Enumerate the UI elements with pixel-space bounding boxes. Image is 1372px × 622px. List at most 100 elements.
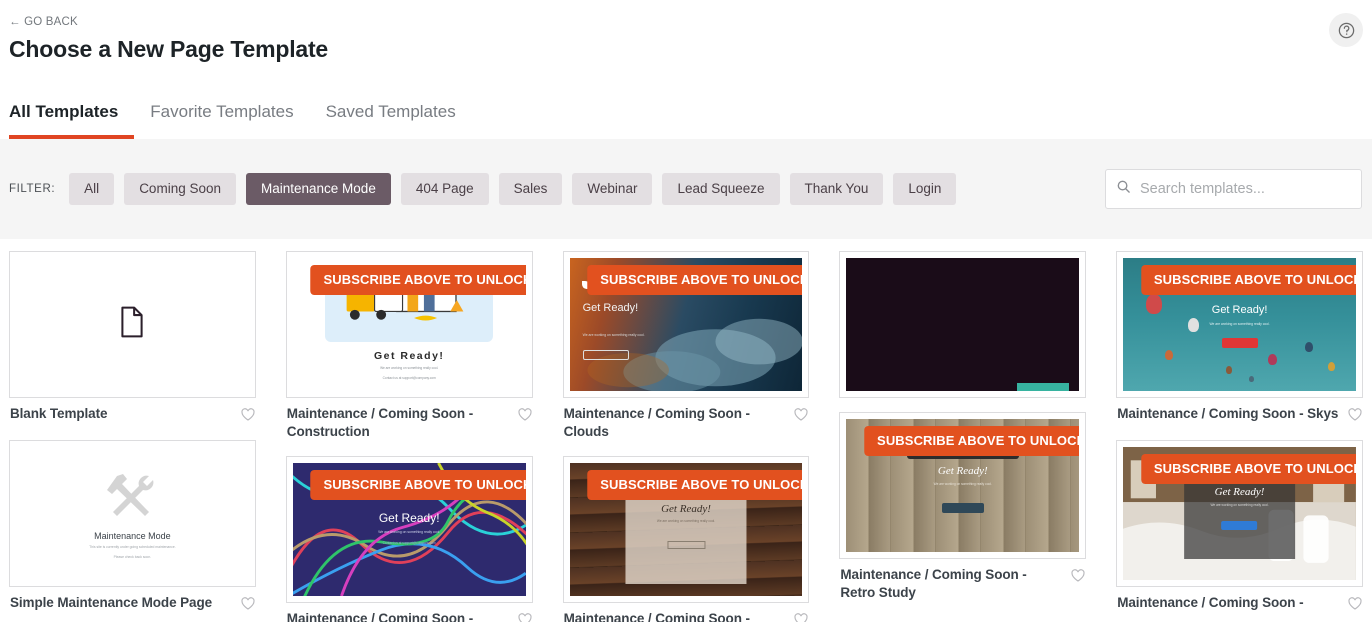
template-card[interactable]: SeedProd Get Ready! We are working on so… — [563, 456, 810, 622]
template-grid-area: Blank Template — [0, 239, 1372, 622]
search-input[interactable] — [1138, 180, 1351, 198]
template-thumbnail[interactable]: Get Ready! We are working on something r… — [286, 251, 533, 398]
template-thumbnail[interactable] — [839, 251, 1086, 398]
preview-button — [583, 350, 629, 360]
filter-pill-coming-soon[interactable]: Coming Soon — [124, 173, 236, 205]
template-title: Maintenance / Coming Soon - Threads — [287, 610, 510, 622]
template-card[interactable]: SeedProd Get Ready! We are working on so… — [1116, 440, 1363, 615]
simple-maintenance-art: Maintenance Mode This site is currently … — [16, 447, 249, 580]
preview-subline-1: We are working on something really cool. — [1210, 503, 1268, 507]
preview-headline: Get Ready! — [583, 302, 639, 316]
locked-badge[interactable]: SUBSCRIBE ABOVE TO UNLOCK — [587, 265, 802, 295]
tab-all-templates[interactable]: All Templates — [9, 102, 134, 139]
locked-badge[interactable]: SUBSCRIBE ABOVE TO UNLOCK — [310, 470, 525, 500]
template-card-footer: Simple Maintenance Mode Page — [9, 587, 256, 615]
tab-favorite-templates[interactable]: Favorite Templates — [134, 102, 309, 139]
tab-saved-templates[interactable]: Saved Templates — [310, 102, 472, 139]
favorite-heart-icon[interactable] — [1348, 408, 1362, 426]
preview-headline: Get Ready! — [938, 465, 988, 477]
filter-pill-maintenance-mode[interactable]: Maintenance Mode — [246, 173, 391, 205]
preview-button — [1222, 521, 1258, 530]
filter-bar: FILTER: All Coming Soon Maintenance Mode… — [0, 139, 1372, 239]
preview-button — [1222, 338, 1258, 348]
template-title: Blank Template — [10, 405, 107, 423]
favorite-heart-icon[interactable] — [241, 597, 255, 615]
help-button[interactable] — [1329, 13, 1363, 47]
template-card[interactable]: SeedProd Get Ready! We are working on so… — [839, 412, 1086, 603]
template-thumbnail[interactable]: Maintenance Mode This site is currently … — [9, 440, 256, 587]
preview-headline: Maintenance Mode — [94, 531, 171, 541]
filter-pill-webinar[interactable]: Webinar — [572, 173, 652, 205]
template-title: Maintenance / Coming Soon - Wood — [564, 610, 787, 622]
locked-badge[interactable]: SUBSCRIBE ABOVE TO UNLOCK — [1141, 265, 1356, 295]
filter-pill-login[interactable]: Login — [893, 173, 956, 205]
template-thumbnail[interactable] — [9, 251, 256, 398]
search-box[interactable] — [1105, 169, 1362, 209]
template-card-footer: Maintenance / Coming Soon - Construction — [286, 398, 533, 442]
preview-button — [667, 541, 705, 549]
preview-subline-2: Contact us at support@company.com — [383, 376, 436, 380]
page-title: Choose a New Page Template — [9, 36, 1372, 63]
preview-subline-2: Please check back soon. — [114, 555, 152, 561]
balloon-icon — [1268, 354, 1277, 365]
locked-badge[interactable]: SUBSCRIBE ABOVE TO UNLOCK — [864, 426, 1079, 456]
preview-headline: Get Ready! — [379, 511, 440, 525]
template-card[interactable] — [839, 251, 1086, 398]
template-thumbnail[interactable]: SeedProd Get Ready! We are working on so… — [563, 251, 810, 398]
preview-headline: Get Ready! — [374, 350, 444, 362]
template-card[interactable]: Blank Template — [9, 251, 256, 426]
template-title: Maintenance / Coming Soon - Clouds — [564, 405, 787, 442]
template-card[interactable]: Maintenance Mode This site is currently … — [9, 440, 256, 615]
preview-subline-1: We are working on something really cool. — [934, 482, 992, 486]
document-icon — [119, 306, 145, 343]
template-card-footer: Maintenance / Coming Soon - — [1116, 587, 1363, 615]
template-card-footer: Blank Template — [9, 398, 256, 426]
filter-pill-group: All Coming Soon Maintenance Mode 404 Pag… — [69, 173, 956, 205]
preview-headline: Get Ready! — [1215, 486, 1265, 498]
template-thumbnail[interactable]: Get Ready! We are working on something r… — [286, 456, 533, 603]
balloon-icon — [1328, 362, 1335, 371]
preview-subline-1: We are working on something really cool. — [657, 519, 715, 523]
template-card[interactable]: SeedProd Get Ready! We are working on so… — [1116, 251, 1363, 426]
template-title: Maintenance / Coming Soon - Skys — [1117, 405, 1338, 423]
preview-headline: Get Ready! — [1212, 304, 1268, 316]
filter-pill-lead-squeeze[interactable]: Lead Squeeze — [662, 173, 779, 205]
locked-badge[interactable]: SUBSCRIBE ABOVE TO UNLOCK — [310, 265, 525, 295]
preview-headline: Get Ready! — [661, 503, 711, 515]
balloon-icon — [1249, 376, 1254, 382]
preview-subline-2: Contact us at support@company.com — [383, 541, 436, 545]
template-title: Maintenance / Coming Soon - Construction — [287, 405, 510, 442]
template-card-footer: Maintenance / Coming Soon - Clouds — [563, 398, 810, 442]
template-card-footer: Maintenance / Coming Soon - Threads — [286, 603, 533, 622]
favorite-heart-icon[interactable] — [518, 613, 532, 622]
favorite-heart-icon[interactable] — [1071, 569, 1085, 587]
filter-pill-all[interactable]: All — [69, 173, 114, 205]
filter-pill-thank-you[interactable]: Thank You — [790, 173, 884, 205]
template-thumbnail[interactable]: SeedProd Get Ready! We are working on so… — [563, 456, 810, 603]
template-thumbnail[interactable]: SeedProd Get Ready! We are working on so… — [1116, 440, 1363, 587]
search-icon — [1116, 179, 1138, 199]
template-tabs: All Templates Favorite Templates Saved T… — [9, 102, 472, 139]
template-card[interactable]: SeedProd Get Ready! We are working on so… — [563, 251, 810, 442]
favorite-heart-icon[interactable] — [241, 408, 255, 426]
favorite-heart-icon[interactable] — [518, 408, 532, 426]
wrench-hammer-icon — [105, 472, 159, 525]
favorite-heart-icon[interactable] — [1348, 597, 1362, 615]
favorite-heart-icon[interactable] — [794, 613, 808, 622]
locked-badge[interactable]: SUBSCRIBE ABOVE TO UNLOCK — [587, 470, 802, 500]
preview-button — [942, 503, 984, 513]
template-thumbnail[interactable]: SeedProd Get Ready! We are working on so… — [1116, 251, 1363, 398]
template-card[interactable]: Get Ready! We are working on something r… — [286, 251, 533, 442]
template-title: Simple Maintenance Mode Page — [10, 594, 212, 612]
template-title: Maintenance / Coming Soon - Retro Study — [840, 566, 1063, 603]
balloon-icon — [1305, 342, 1313, 352]
go-back-link[interactable]: ← GO BACK — [9, 16, 78, 28]
filter-pill-404-page[interactable]: 404 Page — [401, 173, 489, 205]
favorite-heart-icon[interactable] — [794, 408, 808, 426]
template-card[interactable]: Get Ready! We are working on something r… — [286, 456, 533, 622]
locked-badge[interactable]: SUBSCRIBE ABOVE TO UNLOCK — [1141, 454, 1356, 484]
preview-accent-bar — [1017, 383, 1069, 391]
template-card-footer: Maintenance / Coming Soon - Wood — [563, 603, 810, 622]
template-thumbnail[interactable]: SeedProd Get Ready! We are working on so… — [839, 412, 1086, 559]
filter-pill-sales[interactable]: Sales — [499, 173, 563, 205]
